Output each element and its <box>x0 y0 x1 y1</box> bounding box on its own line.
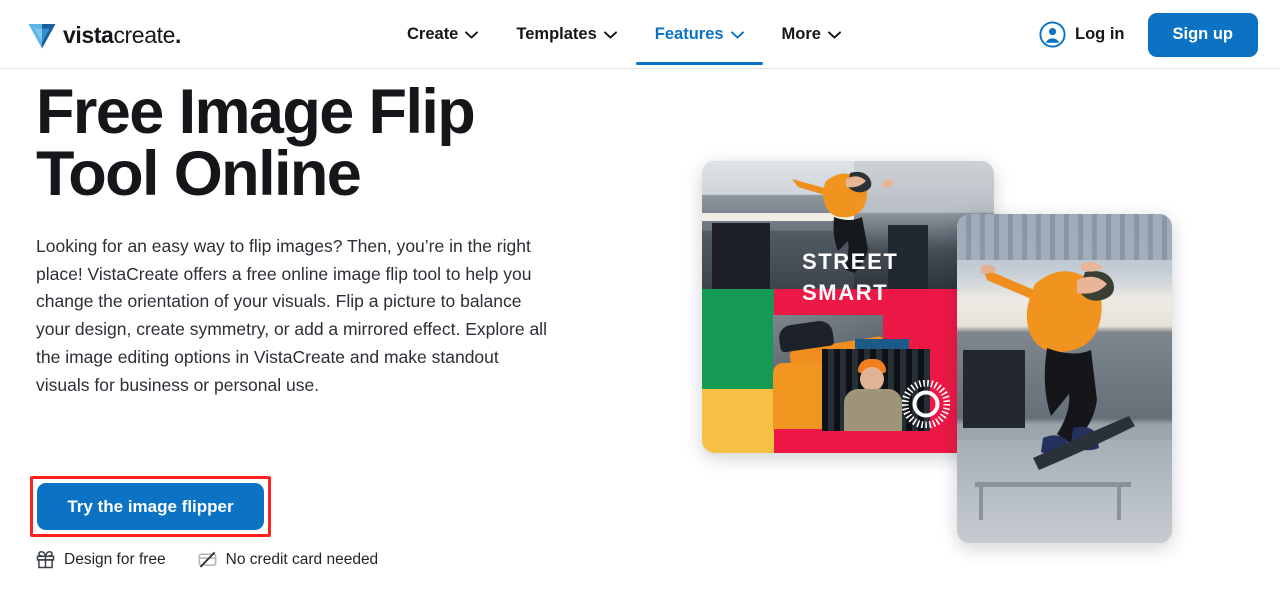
skater-building <box>957 214 1172 260</box>
nav-active-underline <box>635 62 763 65</box>
collage-composition: STREET SMART <box>702 161 994 453</box>
collage-green-block <box>702 289 774 389</box>
perk-label-no-credit-card-needed: No credit card needed <box>225 550 379 568</box>
perk-label-design-for-free: Design for free <box>64 550 166 568</box>
logo-word-create: create <box>113 21 175 48</box>
vistacreate-logo[interactable]: vistacreate. <box>28 20 181 50</box>
chevron-down-icon <box>730 30 744 39</box>
user-avatar-icon <box>1039 21 1066 48</box>
nav-label-features: Features <box>654 25 724 43</box>
collage-dotted-ring-icon <box>902 380 950 428</box>
cta-area: Try the image flipper <box>30 476 271 537</box>
login-button[interactable]: Log in <box>1039 21 1125 48</box>
logo-word-vista: vista <box>63 21 114 48</box>
no-credit-card-icon <box>198 551 217 568</box>
gift-icon <box>36 550 55 569</box>
collage-headline-street: STREET <box>802 249 899 274</box>
nav-label-templates: Templates <box>516 25 597 43</box>
chevron-down-icon <box>828 30 841 39</box>
vistacreate-v-logo-icon <box>28 24 56 49</box>
nav-item-templates[interactable]: Templates <box>497 0 635 69</box>
header-auth-area: Log in Sign up <box>1039 0 1258 69</box>
hero-section: STREET SMART Free Image Flip Tool Online… <box>0 69 1280 596</box>
logo-dot: . <box>174 21 181 48</box>
nav-label-more: More <box>781 25 821 43</box>
chevron-down-icon <box>465 30 479 39</box>
perk-design-for-free: Design for free <box>36 550 166 569</box>
try-the-image-flipper-button[interactable]: Try the image flipper <box>37 483 264 530</box>
skateboarder-photo-image <box>957 214 1172 543</box>
collage-yellow-block <box>702 389 774 453</box>
perk-no-credit-card-needed: No credit card needed <box>198 550 379 569</box>
chevron-down-icon <box>603 30 617 39</box>
skater-figure <box>981 262 1135 470</box>
collage-inset-face <box>860 367 884 391</box>
collage-doorway <box>712 223 770 289</box>
street-smart-collage-image: STREET SMART <box>702 161 994 453</box>
logo-wordmark: vistacreate. <box>63 21 181 48</box>
nav-label-create: Create <box>407 25 459 43</box>
nav-item-create[interactable]: Create <box>388 0 497 69</box>
page-title: Free Image Flip Tool Online <box>36 77 476 209</box>
nav-item-more[interactable]: More <box>763 0 860 69</box>
collage-inset-hoodie <box>844 389 902 431</box>
hero-copy: Free Image Flip Tool Online Looking for … <box>36 81 596 399</box>
main-navigation: Create Templates Features More <box>388 0 860 69</box>
site-header: vistacreate. Create Templates Features M… <box>0 0 1280 69</box>
hero-perks: Design for free No credit card needed <box>36 550 378 569</box>
signup-button[interactable]: Sign up <box>1147 12 1258 57</box>
hero-description: Looking for an easy way to flip images? … <box>36 236 547 395</box>
collage-headline-smart: SMART <box>802 280 889 305</box>
login-label: Log in <box>1075 25 1125 43</box>
nav-item-features[interactable]: Features <box>635 0 763 69</box>
